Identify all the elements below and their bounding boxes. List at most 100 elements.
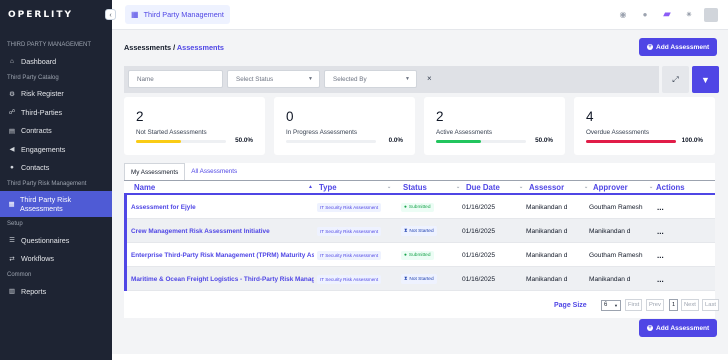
check-circle-icon: ●	[404, 252, 407, 258]
name-filter-placeholder: Name	[137, 75, 154, 83]
column-header-due-date[interactable]: Due Date ⌄	[466, 181, 526, 194]
row-actions-menu[interactable]: ...	[657, 219, 687, 243]
sun-icon[interactable]: ✷	[682, 8, 696, 22]
assessment-name-link[interactable]: Enterprise Third-Party Risk Management (…	[131, 243, 314, 267]
table-row[interactable]: Assessment for Ejyle IT Security Risk As…	[124, 195, 715, 219]
column-label: Type	[319, 183, 337, 192]
table-header: Name ▲ Type ⌄ Status ⌄ Due Date ⌄ Assess…	[124, 180, 715, 195]
progress-bar	[436, 140, 526, 143]
progress-fill	[436, 140, 481, 143]
type-badge: IT Security Risk Assessment	[317, 274, 382, 284]
section-label-setup: Setup	[7, 221, 23, 227]
caret-down-icon: ▼	[308, 76, 313, 82]
summary-card-not-started: 2 Not Started Assessments 50.0%	[124, 97, 265, 155]
check-circle-icon: ●	[404, 204, 407, 210]
assessment-name-link[interactable]: Assessment for Ejyle	[131, 195, 311, 219]
card-count: 2	[436, 109, 444, 124]
first-page-button[interactable]: First	[625, 299, 643, 311]
sort-icon: ⌄	[456, 184, 461, 190]
progress-fill	[136, 140, 181, 143]
chat-icon[interactable]: ▰	[660, 8, 674, 22]
app-logo: OPERLITY	[8, 10, 74, 20]
tab-third-party-management[interactable]: ▦ Third Party Management	[125, 5, 230, 24]
avatar[interactable]	[704, 8, 718, 22]
settings-icon[interactable]: ◉	[616, 8, 630, 22]
sidebar-item-risk-register[interactable]: ⚙ Risk Register	[0, 85, 112, 104]
assessment-name-link[interactable]: Maritime & Ocean Freight Logistics - Thi…	[131, 267, 314, 291]
sidebar-item-engagements[interactable]: ◀ Engagements	[0, 140, 112, 159]
next-page-button[interactable]: Next	[681, 299, 699, 311]
report-icon: ▥	[8, 288, 16, 296]
add-assessment-button[interactable]: + Add Assessment	[639, 38, 718, 56]
theme-icon[interactable]: ●	[638, 8, 652, 22]
row-actions-menu[interactable]: ...	[657, 243, 687, 267]
row-actions-menu[interactable]: ...	[657, 195, 687, 219]
column-header-assessor[interactable]: Assessor ⌄	[529, 181, 591, 194]
approver: Goutham Ramesh	[589, 251, 643, 259]
sort-icon: ⌄	[584, 184, 589, 190]
home-icon: ⌂	[10, 57, 14, 65]
sidebar-item-reports[interactable]: ▥ Reports	[0, 282, 112, 301]
table-row[interactable]: Crew Management Risk Assessment Initiati…	[124, 219, 715, 243]
tab-my-assessments[interactable]: My Assessments	[124, 163, 186, 180]
breadcrumb-root[interactable]: Assessments	[124, 43, 171, 52]
column-label: Status	[403, 183, 427, 192]
card-count: 4	[586, 109, 594, 124]
last-page-button[interactable]: Last	[702, 299, 719, 311]
sidebar-item-label: Dashboard	[21, 56, 57, 66]
sidebar-item-questionnaires[interactable]: ☰ Questionnaires	[0, 231, 112, 250]
current-page-button[interactable]: 1	[669, 299, 679, 311]
clear-filter-icon[interactable]: ×	[427, 74, 432, 83]
topbar: ▦ Third Party Management ◉ ● ▰ ✷	[112, 0, 728, 30]
table-row[interactable]: Maritime & Ocean Freight Logistics - Thi…	[124, 267, 715, 291]
breadcrumb-separator: /	[173, 43, 176, 52]
due-date: 01/16/2025	[462, 227, 496, 235]
sidebar-item-third-parties[interactable]: ☍ Third-Parties	[0, 103, 112, 122]
tab-all-assessments[interactable]: All Assessments	[185, 163, 243, 180]
selected-by-placeholder: Selected By	[333, 75, 367, 83]
column-header-status[interactable]: Status ⌄	[403, 181, 463, 194]
status-badge: ● Submitted	[401, 250, 434, 260]
gear-icon: ⚙	[9, 90, 15, 98]
sidebar-item-contacts[interactable]: ● Contacts	[0, 159, 112, 178]
name-filter-input[interactable]: Name	[128, 70, 223, 88]
breadcrumb: Assessments / Assessments	[124, 43, 224, 52]
approver: Goutham Ramesh	[589, 203, 643, 211]
page-size-select[interactable]: 6 ▼	[601, 300, 621, 311]
expand-icon[interactable]: ⤢	[662, 66, 689, 93]
pagination: Page Size 6 ▼ First Prev 1 Next Last	[124, 296, 719, 318]
prev-page-button[interactable]: Prev	[646, 299, 664, 311]
sort-icon: ⌄	[387, 184, 392, 190]
sidebar-item-dashboard[interactable]: ⌂ Dashboard	[0, 52, 112, 71]
row-actions-menu[interactable]: ...	[657, 267, 687, 291]
table-row[interactable]: Enterprise Third-Party Risk Management (…	[124, 243, 715, 267]
filter-icon[interactable]: ▼	[692, 66, 719, 93]
column-header-name[interactable]: Name ▲	[134, 181, 314, 194]
page-size-label: Page Size	[554, 302, 587, 309]
add-assessment-button-bottom[interactable]: + Add Assessment	[639, 319, 718, 337]
hourglass-icon: ⧗	[404, 277, 408, 282]
column-header-approver[interactable]: Approver ⌄	[593, 181, 655, 194]
column-label: Actions	[656, 183, 685, 192]
due-date: 01/16/2025	[462, 251, 496, 259]
card-label: In Progress Assessments	[286, 129, 358, 136]
selected-by-select[interactable]: Selected By ▼	[324, 70, 417, 88]
sort-asc-icon: ▲	[308, 184, 313, 190]
status-text: Not Started	[409, 276, 434, 282]
column-header-type[interactable]: Type ⌄	[319, 181, 399, 194]
status-select[interactable]: Select Status ▼	[227, 70, 320, 88]
sidebar-item-contracts[interactable]: ▤ Contracts	[0, 122, 112, 141]
assessment-name-link[interactable]: Crew Management Risk Assessment Initiati…	[131, 219, 311, 243]
status-badge: ⧗ Not Started	[401, 274, 437, 284]
chevron-left-icon[interactable]: ‹	[105, 9, 116, 20]
column-label: Name	[134, 183, 156, 192]
sort-icon: ⌄	[649, 184, 654, 190]
section-label-common: Common	[7, 272, 32, 278]
row-accent	[124, 267, 127, 291]
caret-down-icon: ▼	[405, 76, 410, 82]
sidebar-item-label: Workflows	[21, 254, 55, 264]
assessor: Manikandan d	[526, 251, 568, 259]
column-header-actions: Actions	[656, 181, 706, 194]
sidebar-item-workflows[interactable]: ⇄ Workflows	[0, 250, 112, 269]
sidebar-item-third-party-risk-assessments[interactable]: ▦ Third Party Risk Assessments	[0, 191, 112, 217]
